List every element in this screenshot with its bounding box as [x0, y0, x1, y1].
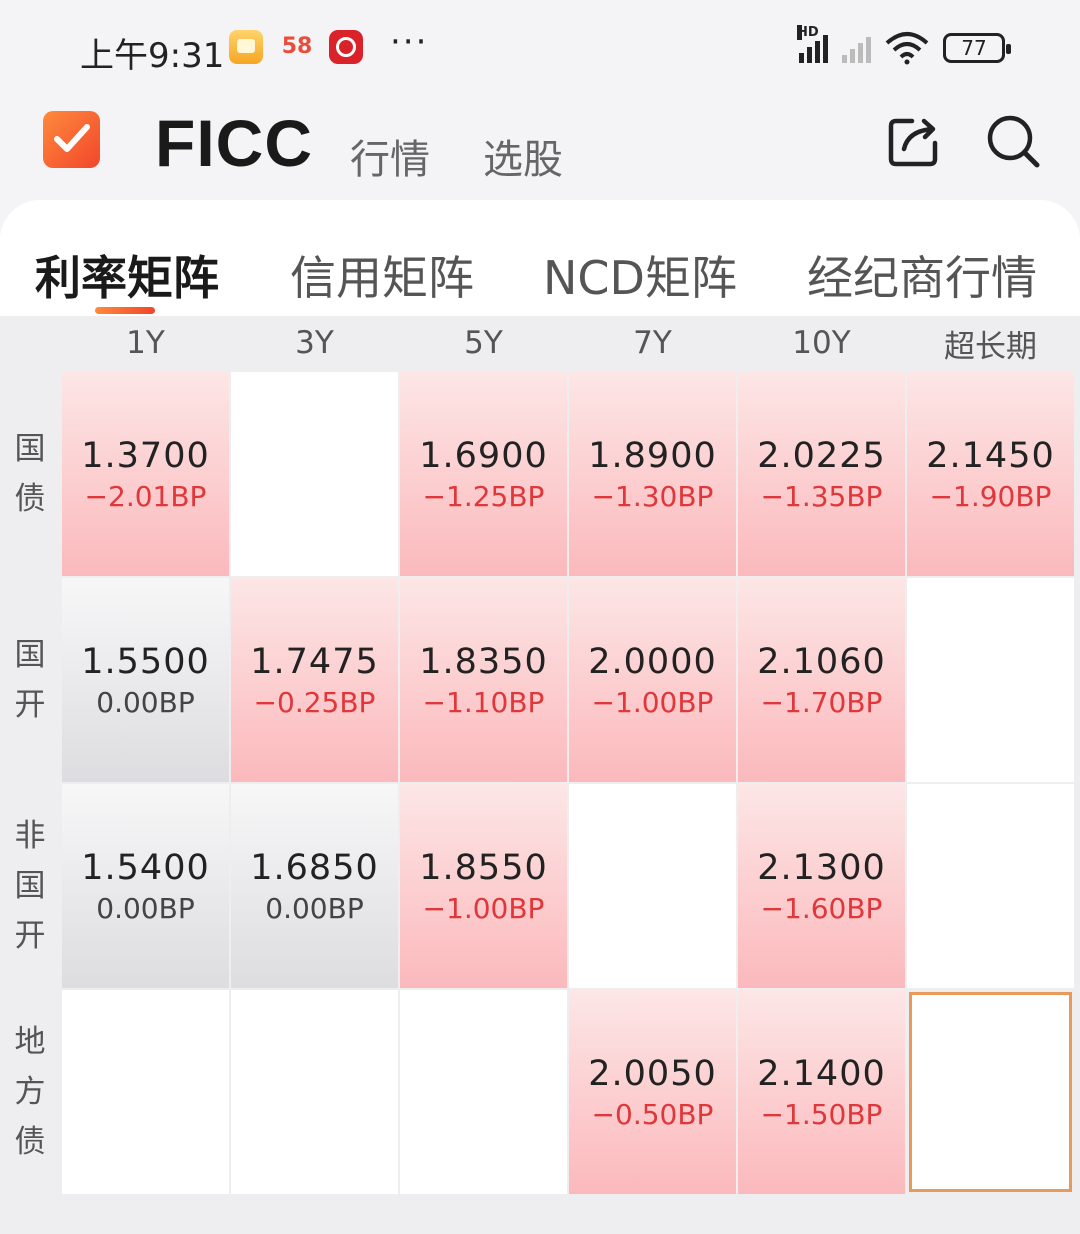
cell-yield: 2.0225 — [757, 435, 886, 476]
tab-credit-matrix[interactable]: 信用矩阵 — [290, 242, 474, 308]
cell-yield: 1.6900 — [419, 435, 548, 476]
matrix-cell[interactable]: 1.6900 −1.25BP — [400, 372, 567, 576]
matrix-cell[interactable]: 1.8550 −1.00BP — [400, 784, 567, 988]
tab-market[interactable]: 行情 — [350, 127, 430, 185]
tab-broker-quotes[interactable]: 经纪商行情 — [807, 242, 1037, 308]
cell-change-bp: −1.60BP — [760, 891, 883, 925]
cell-yield: 1.8550 — [419, 847, 548, 888]
row-header: 国开 — [0, 578, 60, 782]
tab-rate-matrix[interactable]: 利率矩阵 — [35, 242, 219, 308]
matrix-cell[interactable]: 1.5400 0.00BP — [62, 784, 229, 988]
matrix-cell[interactable]: 2.1300 −1.60BP — [738, 784, 905, 988]
matrix-cell[interactable] — [231, 990, 398, 1194]
matrix-cell-selected[interactable] — [909, 992, 1072, 1192]
more-notifications-icon: ··· — [390, 22, 429, 62]
cell-change-bp: −1.10BP — [422, 685, 545, 719]
cell-change-bp: −1.90BP — [929, 479, 1052, 513]
tab-ncd-matrix[interactable]: NCD矩阵 — [543, 242, 737, 308]
matrix-cell[interactable]: 1.7475 −0.25BP — [231, 578, 398, 782]
matrix-tabs: 利率矩阵 信用矩阵 NCD矩阵 经纪商行情 — [0, 200, 1080, 316]
row-header: 非国开 — [0, 784, 60, 988]
column-header: 10Y — [738, 316, 905, 370]
cell-yield: 1.3700 — [81, 435, 210, 476]
cell-yield: 1.7475 — [250, 641, 379, 682]
matrix-cell[interactable]: 2.0225 −1.35BP — [738, 372, 905, 576]
cell-change-bp: −1.25BP — [422, 479, 545, 513]
matrix-cell[interactable]: 2.0000 −1.00BP — [569, 578, 736, 782]
cell-change-bp: −1.00BP — [422, 891, 545, 925]
matrix-card: 利率矩阵 信用矩阵 NCD矩阵 经纪商行情 1Y 3Y 5Y 7Y 10Y 超长期国债 1.… — [0, 200, 1080, 1234]
matrix-cell[interactable]: 1.6850 0.00BP — [231, 784, 398, 988]
wifi-icon — [885, 32, 929, 65]
row-header: 国债 — [0, 372, 60, 576]
matrix-cell[interactable]: 1.8900 −1.30BP — [569, 372, 736, 576]
cell-change-bp: −2.01BP — [84, 479, 207, 513]
matrix-cell[interactable] — [569, 784, 736, 988]
app-header: FICC 行情 选股 — [0, 95, 1080, 200]
status-bar: 上午9:31 58 ··· HD 77 — [0, 0, 1080, 95]
cell-change-bp: 0.00BP — [96, 685, 195, 719]
cell-yield: 1.6850 — [250, 847, 379, 888]
matrix-cell[interactable] — [231, 372, 398, 576]
battery-icon: 77 — [943, 33, 1011, 63]
cell-change-bp: 0.00BP — [96, 891, 195, 925]
column-header: 7Y — [569, 316, 736, 370]
column-header: 3Y — [231, 316, 398, 370]
share-icon[interactable] — [886, 113, 942, 169]
matrix-cell[interactable]: 2.1450 −1.90BP — [907, 372, 1074, 576]
bank-app-icon — [329, 30, 363, 64]
cell-yield: 1.8350 — [419, 641, 548, 682]
tab-stock-picker[interactable]: 选股 — [483, 127, 563, 185]
cell-yield: 1.8900 — [588, 435, 717, 476]
app-58-icon: 58 — [281, 34, 313, 59]
matrix-cell[interactable]: 2.1400 −1.50BP — [738, 990, 905, 1194]
matrix-cell[interactable] — [62, 990, 229, 1194]
cell-change-bp: −1.30BP — [591, 479, 714, 513]
status-time: 上午9:31 — [80, 36, 225, 76]
cell-change-bp: −1.70BP — [760, 685, 883, 719]
column-header: 1Y — [62, 316, 229, 370]
cell-change-bp: −1.50BP — [760, 1097, 883, 1131]
signal-secondary-icon — [842, 33, 871, 63]
rate-matrix-grid: 1Y 3Y 5Y 7Y 10Y 超长期国债 1.3700 −2.01BP 1.6900 −1.25… — [0, 316, 1080, 1234]
matrix-cell[interactable]: 2.0050 −0.50BP — [569, 990, 736, 1194]
app-logo-icon[interactable] — [43, 111, 100, 168]
signal-icon: HD — [797, 25, 828, 63]
matrix-cell[interactable]: 1.5500 0.00BP — [62, 578, 229, 782]
status-indicators: HD 77 — [797, 25, 1011, 66]
cell-yield: 2.0000 — [588, 641, 717, 682]
cell-yield: 1.5500 — [81, 641, 210, 682]
cell-change-bp: −1.00BP — [591, 685, 714, 719]
matrix-cell[interactable]: 2.1060 −1.70BP — [738, 578, 905, 782]
cell-change-bp: −0.50BP — [591, 1097, 714, 1131]
cell-yield: 2.1450 — [926, 435, 1055, 476]
notes-app-icon — [229, 30, 263, 64]
cell-change-bp: −1.35BP — [760, 479, 883, 513]
column-header: 超长期 — [907, 316, 1074, 370]
cell-yield: 1.5400 — [81, 847, 210, 888]
matrix-cell[interactable]: 1.3700 −2.01BP — [62, 372, 229, 576]
cell-yield: 2.0050 — [588, 1053, 717, 1094]
cell-change-bp: −0.25BP — [253, 685, 376, 719]
cell-change-bp: 0.00BP — [265, 891, 364, 925]
search-icon[interactable] — [985, 113, 1041, 169]
matrix-cell[interactable]: 1.8350 −1.10BP — [400, 578, 567, 782]
matrix-cell[interactable] — [907, 784, 1074, 988]
active-tab-indicator — [95, 307, 155, 314]
page-title: FICC — [155, 106, 313, 180]
cell-yield: 2.1400 — [757, 1053, 886, 1094]
matrix-cell[interactable] — [400, 990, 567, 1194]
cell-yield: 2.1300 — [757, 847, 886, 888]
cell-yield: 2.1060 — [757, 641, 886, 682]
matrix-cell[interactable] — [907, 578, 1074, 782]
row-header: 地方债 — [0, 990, 60, 1194]
column-header: 5Y — [400, 316, 567, 370]
